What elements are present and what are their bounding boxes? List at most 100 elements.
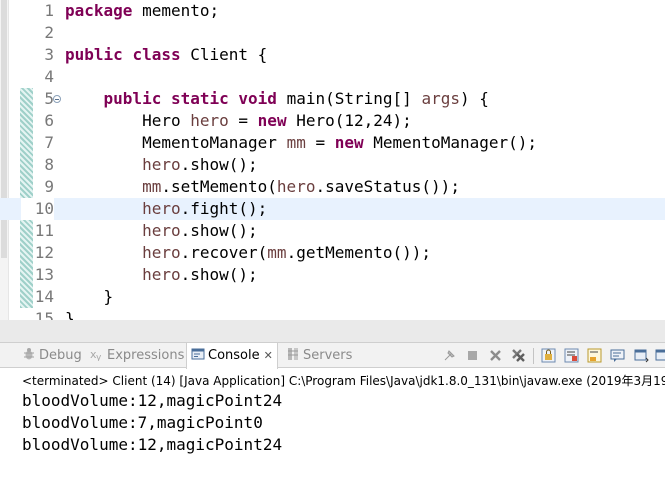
line-number: 15	[34, 309, 54, 320]
code-token: =	[228, 111, 258, 130]
tab-servers-label: Servers	[303, 348, 353, 363]
code-line[interactable]: 3 public class Client {	[0, 44, 665, 66]
tab-debug[interactable]: Debug	[22, 343, 82, 368]
code-text: mm.setMemento(hero.saveStatus());	[65, 176, 460, 198]
show-on-stderr-icon[interactable]	[610, 348, 625, 363]
code-line[interactable]: 1 package memento;	[0, 0, 665, 22]
tab-console-label: Console	[208, 348, 260, 363]
scroll-lock-icon[interactable]	[541, 348, 556, 363]
code-line[interactable]: 13 hero.show();	[0, 264, 665, 286]
code-line[interactable]: 9 mm.setMemento(hero.saveStatus());	[0, 176, 665, 198]
remove-all-terminated-icon[interactable]	[511, 348, 526, 363]
svg-text:y: y	[96, 353, 102, 361]
keyword-token: new	[334, 133, 364, 152]
keyword-token: public	[65, 45, 123, 64]
code-token: .show();	[180, 155, 258, 174]
code-text: public class Client {	[65, 44, 267, 66]
code-line[interactable]: 12 hero.recover(mm.getMemento());	[0, 242, 665, 264]
code-token: =	[305, 133, 335, 152]
code-text: hero.show();	[65, 220, 258, 242]
console-output-line: bloodVolume:12,magicPoint24	[22, 435, 283, 454]
variable-token: hero	[276, 177, 316, 196]
code-token: MementoManager	[65, 133, 287, 152]
code-line[interactable]: 7 MementoManager mm = new MementoManager…	[0, 132, 665, 154]
variable-token: hero	[142, 221, 181, 240]
code-line[interactable]: 14 }	[0, 286, 665, 308]
open-console-icon[interactable]	[655, 348, 665, 363]
close-icon[interactable]: ✕	[264, 349, 273, 362]
code-editor[interactable]: 1 package memento; 2 3 public class Client {…	[0, 0, 665, 320]
console-status-line: <terminated> Client (14) [Java Applicati…	[22, 374, 665, 388]
pin-console-icon[interactable]	[442, 348, 457, 363]
servers-icon	[288, 348, 298, 360]
show-on-stdout-icon[interactable]	[587, 348, 602, 363]
variable-token: hero	[142, 199, 181, 218]
variable-token: hero	[142, 155, 181, 174]
code-text: public static void main(String[] args) {	[65, 88, 489, 110]
debug-icon	[24, 348, 34, 360]
variable-token: mm	[267, 243, 287, 262]
word-wrap-icon[interactable]	[564, 348, 579, 363]
toolbar-separator	[533, 348, 534, 364]
code-token: .getMemento());	[286, 243, 432, 262]
code-token: }	[65, 309, 75, 320]
console-output-line: bloodVolume:7,magicPoint0	[22, 413, 263, 432]
terminate-icon[interactable]	[465, 348, 480, 363]
line-number: 6	[44, 111, 54, 130]
tab-servers[interactable]: Servers	[286, 343, 352, 368]
tab-expressions-label: Expressions	[107, 348, 185, 363]
panel-sash[interactable]	[0, 320, 665, 342]
tab-debug-label: Debug	[39, 348, 82, 363]
code-text: hero.recover(mm.getMemento());	[65, 242, 431, 264]
code-line[interactable]: 11 hero.show();	[0, 220, 665, 242]
code-token: Hero	[65, 111, 191, 130]
code-lines: 1 package memento; 2 3 public class Client {…	[0, 0, 665, 320]
tab-console[interactable]: Console ✕	[186, 343, 278, 369]
keyword-token: static	[170, 89, 229, 108]
code-text: hero.show();	[65, 154, 258, 176]
display-selected-console-icon[interactable]	[634, 348, 649, 363]
code-line[interactable]: 4	[0, 66, 665, 88]
line-number: 2	[44, 23, 54, 42]
code-line[interactable]: 2	[0, 22, 665, 44]
remove-launch-icon[interactable]	[488, 348, 503, 363]
line-number: 14	[34, 287, 54, 306]
code-token: Client {	[180, 45, 268, 64]
code-line[interactable]: 6 Hero hero = new Hero(12,24);	[0, 110, 665, 132]
line-number: 13	[34, 265, 54, 284]
code-token: .recover(	[180, 243, 268, 262]
variable-token: mm	[286, 133, 306, 152]
line-number: 11	[34, 221, 54, 240]
fold-toggle-icon[interactable]	[53, 95, 61, 103]
keyword-token: package	[65, 1, 133, 20]
variable-token: args	[421, 89, 460, 108]
line-number: 1	[44, 1, 54, 20]
console-panel: Debug x y Expressions Console ✕ Servers <te…	[0, 320, 665, 488]
code-token: .show();	[180, 265, 258, 284]
line-number: 9	[44, 177, 54, 196]
console-output[interactable]: bloodVolume:12,magicPoint24 bloodVolume:7…	[22, 390, 282, 456]
tab-expressions[interactable]: x y Expressions	[90, 343, 184, 368]
code-line[interactable]: 15}	[0, 308, 665, 320]
code-text: hero.show();	[65, 264, 258, 286]
code-token: MementoManager();	[363, 133, 538, 152]
line-number: 3	[44, 45, 54, 64]
code-text: }	[65, 308, 75, 320]
code-line[interactable]: 8 hero.show();	[0, 154, 665, 176]
variable-token: mm	[142, 177, 162, 196]
panel-tab-bar: Debug x y Expressions Console ✕ Servers	[0, 342, 665, 369]
line-number: 12	[34, 243, 54, 262]
variable-token: hero	[142, 265, 181, 284]
code-token: }	[65, 287, 114, 306]
code-line[interactable]: 5 public static void main(String[] args)…	[0, 88, 665, 110]
code-token: .saveStatus());	[315, 177, 460, 196]
code-line[interactable]: 10 hero.fight();	[0, 198, 665, 220]
keyword-token: public	[103, 89, 162, 108]
keyword-token: new	[257, 111, 287, 130]
